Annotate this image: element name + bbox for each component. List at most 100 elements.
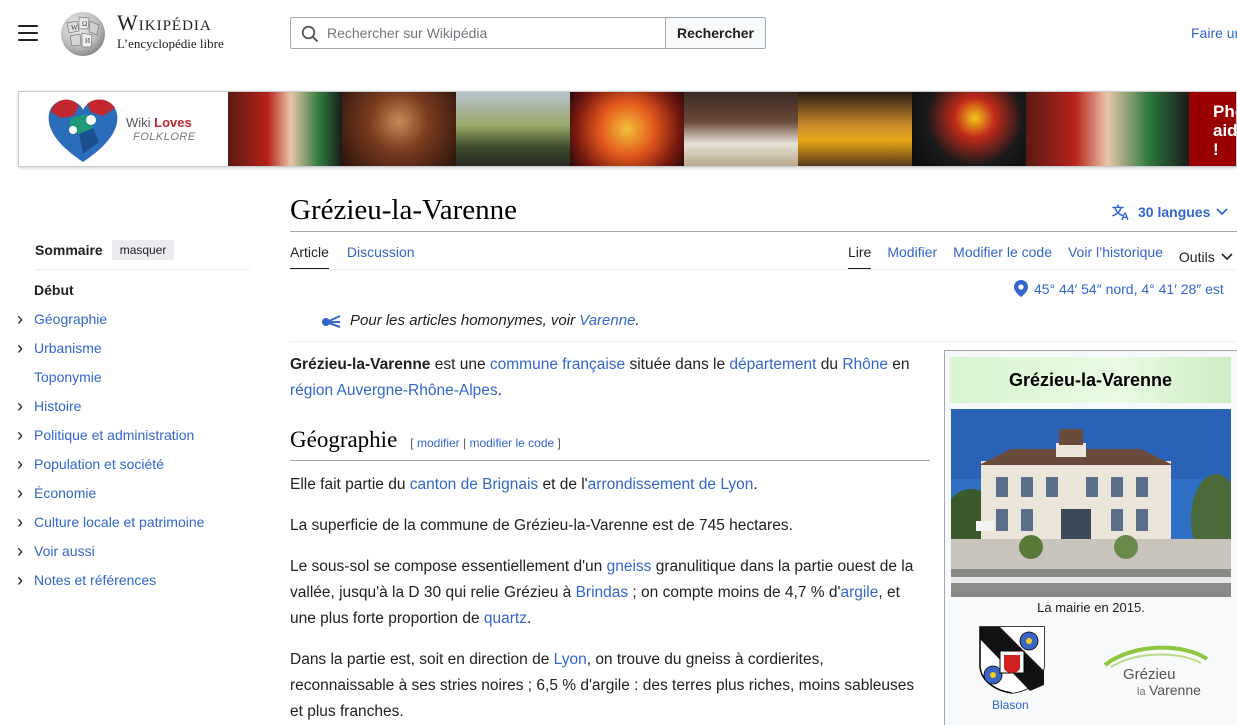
link-quartz[interactable]: quartz: [484, 610, 527, 627]
intro-text: est une: [430, 356, 490, 373]
page-title: Grézieu-la-Varenne: [290, 194, 518, 226]
edit-separator: |: [459, 436, 470, 450]
toc-item[interactable]: › Histoire: [17, 397, 250, 426]
tools-menu[interactable]: Outils: [1179, 244, 1233, 270]
banner-brand-folklore: FOLKLORE: [133, 131, 196, 143]
coat-of-arms-icon[interactable]: [978, 625, 1046, 695]
banner-brand-text: Wiki Loves FOLKLORE: [126, 116, 196, 144]
edit-bracket: [: [410, 436, 417, 450]
hatnote-text: Pour les articles homonymes, voir Varenn…: [350, 312, 640, 329]
toc-item[interactable]: › Politique et administration: [17, 426, 250, 455]
paragraph-sous-sol: Le sous-sol se compose essentiellement d…: [290, 554, 930, 632]
link-region[interactable]: région Auvergne-Rhône-Alpes: [290, 382, 498, 399]
tab-history[interactable]: Voir l’historique: [1068, 244, 1163, 270]
section-edit-link[interactable]: modifier: [417, 436, 460, 450]
toc-list: Début › Géographie › Urbanisme Toponymie › Hist…: [17, 281, 250, 600]
intro-text: .: [497, 382, 502, 399]
wordmark-title: Wikipédia: [117, 10, 212, 35]
toc-item[interactable]: › Notes et références: [17, 571, 250, 600]
toc-item[interactable]: › Économie: [17, 484, 250, 513]
chevron-down-icon: [1221, 253, 1233, 261]
language-button[interactable]: 文 A 30 langues: [1112, 203, 1229, 221]
search-button[interactable]: Rechercher: [665, 17, 766, 49]
paragraph-canton: Elle fait partie du canton de Brignais e…: [290, 472, 930, 498]
toc-item[interactable]: › Voir aussi: [17, 542, 250, 571]
toc-item[interactable]: Toponymie: [18, 368, 250, 397]
toc-item[interactable]: Début: [18, 281, 250, 310]
toc-item[interactable]: › Urbanisme: [17, 339, 250, 368]
link-lyon[interactable]: Lyon: [554, 651, 587, 668]
link-gneiss[interactable]: gneiss: [607, 558, 652, 575]
paragraph-text: ; on compte moins de 4,7 % d': [628, 584, 841, 601]
link-argile[interactable]: argile: [840, 584, 878, 601]
chevron-right-icon[interactable]: ›: [17, 455, 23, 473]
wordmark-tagline: L’encyclopédie libre: [117, 36, 224, 51]
link-departement[interactable]: département: [729, 356, 816, 373]
chevron-right-icon[interactable]: ›: [17, 397, 23, 415]
toc-item-label: Économie: [34, 485, 97, 501]
link-commune-francaise[interactable]: commune française: [490, 356, 625, 373]
coordinates-text: 45° 44′ 54″ nord, 4° 41′ 28″ est: [1034, 280, 1224, 297]
article-body: Grézieu-la-Varenne est une commune franç…: [290, 352, 930, 725]
hamburger-icon[interactable]: [18, 25, 38, 41]
donate-link[interactable]: Faire un: [1191, 25, 1237, 41]
banner-brand-loves: Loves: [154, 115, 192, 130]
link-arrondissement[interactable]: arrondissement de Lyon: [588, 476, 754, 493]
infobox: Grézieu-la-Varenne La mairie en 2015. Bl…: [944, 350, 1237, 725]
tab-read[interactable]: Lire: [848, 244, 872, 270]
language-count: 30 langues: [1138, 204, 1211, 220]
search-input[interactable]: [327, 18, 657, 48]
banner-photo-2: [342, 92, 456, 166]
chevron-right-icon[interactable]: ›: [17, 426, 23, 444]
link-rhone[interactable]: Rhône: [842, 356, 888, 373]
logo-text-grezieu: Grézieu: [1123, 666, 1176, 683]
svg-text:Ω: Ω: [82, 20, 87, 28]
blason-link[interactable]: Blason: [992, 698, 1029, 712]
svg-text:W: W: [71, 24, 78, 32]
link-canton[interactable]: canton de Brignais: [410, 476, 538, 493]
tab-article[interactable]: Article: [290, 244, 329, 270]
tab-edit-source[interactable]: Modifier le code: [953, 244, 1052, 270]
paragraph-superficie: La superficie de la commune de Grézieu-l…: [290, 517, 793, 534]
wordmark[interactable]: Wikipédia L’encyclopédie libre: [117, 11, 224, 52]
chevron-right-icon[interactable]: ›: [17, 542, 23, 560]
coordinates[interactable]: 45° 44′ 54″ nord, 4° 41′ 28″ est: [1014, 280, 1224, 297]
view-tabs: Lire Modifier Modifier le code Voir l’hi…: [848, 244, 1233, 270]
toc-title: Sommaire: [35, 242, 103, 258]
chevron-right-icon[interactable]: ›: [17, 571, 23, 589]
chevron-right-icon[interactable]: ›: [17, 310, 23, 328]
section-edit-source-link[interactable]: modifier le code: [469, 436, 554, 450]
mairie-photo[interactable]: [951, 409, 1231, 597]
toc-item[interactable]: › Population et société: [17, 455, 250, 484]
banner-cta[interactable]: Pho aide !: [1189, 92, 1236, 166]
toc-item[interactable]: › Culture locale et patrimoine: [17, 513, 250, 542]
intro-paragraph: Grézieu-la-Varenne est une commune franç…: [290, 352, 930, 404]
hatnote: Pour les articles homonymes, voir Varenn…: [320, 312, 640, 329]
hatnote-link[interactable]: Varenne: [579, 312, 635, 329]
chevron-right-icon[interactable]: ›: [17, 513, 23, 531]
search-icon: [301, 25, 319, 43]
map-pin-icon: [1014, 280, 1028, 297]
toc-item[interactable]: › Géographie: [17, 310, 250, 339]
tab-edit[interactable]: Modifier: [887, 244, 937, 270]
wiki-loves-folklore-banner[interactable]: Wiki Loves FOLKLORE Pho aide !: [18, 91, 1237, 167]
chevron-right-icon[interactable]: ›: [17, 484, 23, 502]
toc-item-label: Voir aussi: [34, 543, 95, 559]
link-brindas[interactable]: Brindas: [576, 584, 629, 601]
toc-hide-button[interactable]: masquer: [111, 240, 175, 260]
chevron-right-icon[interactable]: ›: [17, 339, 23, 357]
wikipedia-globe-logo[interactable]: W Ω И: [57, 9, 109, 57]
search-box: [290, 17, 666, 49]
banner-photo-8: [1026, 92, 1189, 166]
photo-caption: La mairie en 2015.: [1037, 600, 1145, 615]
site-header: W Ω И Wikipédia L’encyclopédie libre Rec…: [0, 0, 1237, 66]
paragraph-text: .: [526, 610, 532, 627]
toc-item-label: Culture locale et patrimoine: [34, 514, 205, 530]
tab-discussion[interactable]: Discussion: [347, 244, 415, 270]
tabs-divider: [290, 269, 1237, 270]
paragraph-text: et de l': [538, 476, 588, 493]
hatnote-prefix: Pour les articles homonymes, voir: [350, 312, 580, 329]
commune-logo[interactable]: Grézieu la Varenne: [1103, 641, 1211, 701]
toc-item-label: Politique et administration: [34, 427, 195, 443]
infobox-title: Grézieu-la-Varenne: [950, 357, 1231, 403]
